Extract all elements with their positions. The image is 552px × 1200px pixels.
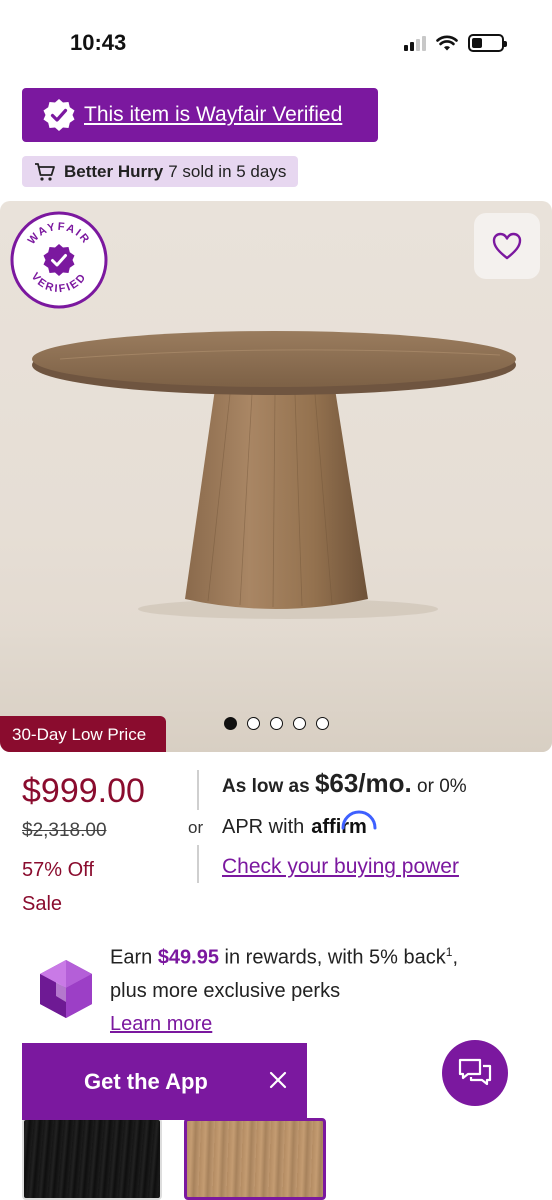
- better-hurry-label: Better Hurry: [64, 161, 164, 181]
- better-hurry-badge: Better Hurry 7 sold in 5 days: [22, 156, 299, 187]
- swatch-natural-wood[interactable]: [184, 1118, 326, 1200]
- or-label: or: [188, 818, 204, 837]
- carousel-dot[interactable]: [316, 717, 329, 730]
- wayfair-verified-seal-icon: WAYFAIR VERIFIED: [10, 211, 108, 309]
- affirm-arc-icon: [341, 810, 377, 830]
- battery-icon: [468, 34, 507, 52]
- 30-day-low-price-tag: 30-Day Low Price: [0, 716, 166, 752]
- swatch-black[interactable]: [22, 1118, 162, 1200]
- heart-icon: [492, 232, 522, 260]
- sold-count-text: 7 sold in 5 days: [168, 161, 287, 181]
- wifi-icon: [436, 35, 458, 50]
- financing-suffix: or 0%: [417, 776, 467, 797]
- original-price: $2,318.00: [22, 820, 107, 841]
- product-image-carousel[interactable]: WAYFAIR VERIFIED 30-Day Low Price: [0, 201, 552, 752]
- check-buying-power-link[interactable]: Check your buying power: [222, 855, 459, 879]
- as-low-as-label: As low as: [222, 776, 310, 797]
- chat-button[interactable]: [442, 1040, 508, 1106]
- price-divider-bottom: [197, 845, 199, 883]
- signal-icon: [404, 35, 426, 51]
- financing-line-2: APR with affirm: [222, 810, 377, 839]
- color-swatches: [22, 1110, 342, 1200]
- get-the-app-banner[interactable]: Get the App: [22, 1043, 307, 1120]
- chat-icon: [458, 1058, 492, 1086]
- get-the-app-label[interactable]: Get the App: [84, 1069, 208, 1095]
- financing-line-1: As low as $63/mo. or 0%: [222, 768, 467, 799]
- status-bar: 10:43: [0, 0, 552, 84]
- price-divider-top: [197, 770, 199, 810]
- percent-off: 57% Off: [22, 859, 94, 881]
- affirm-logo: affirm: [311, 810, 377, 839]
- wayfair-verified-banner[interactable]: This item is Wayfair Verified: [22, 88, 378, 142]
- cart-icon: [35, 162, 55, 181]
- carousel-dots[interactable]: [224, 717, 329, 730]
- rewards-amount: $49.95: [157, 946, 219, 969]
- carousel-dot[interactable]: [224, 717, 237, 730]
- status-time: 10:43: [70, 30, 127, 55]
- sale-price: $999.00: [22, 772, 145, 810]
- carousel-dot[interactable]: [293, 717, 306, 730]
- close-icon[interactable]: [267, 1069, 289, 1091]
- sale-label: Sale: [22, 893, 63, 915]
- favorite-button[interactable]: [474, 213, 540, 279]
- rewards-line-2: plus more exclusive perks: [110, 980, 341, 1002]
- status-icons: [404, 34, 507, 52]
- carousel-dot[interactable]: [247, 717, 260, 730]
- product-image-table: [32, 331, 516, 619]
- wayfair-verified-link[interactable]: This item is Wayfair Verified: [84, 103, 342, 127]
- apr-with-label: APR with: [222, 816, 305, 838]
- gem-icon: [40, 960, 92, 1018]
- carousel-dot[interactable]: [270, 717, 283, 730]
- learn-more-link[interactable]: Learn more: [110, 1013, 212, 1036]
- verified-check-icon: [43, 99, 75, 131]
- rewards-line-1: Earn $49.95 in rewards, with 5% back1,: [110, 945, 458, 969]
- monthly-payment: $63/mo.: [314, 768, 412, 798]
